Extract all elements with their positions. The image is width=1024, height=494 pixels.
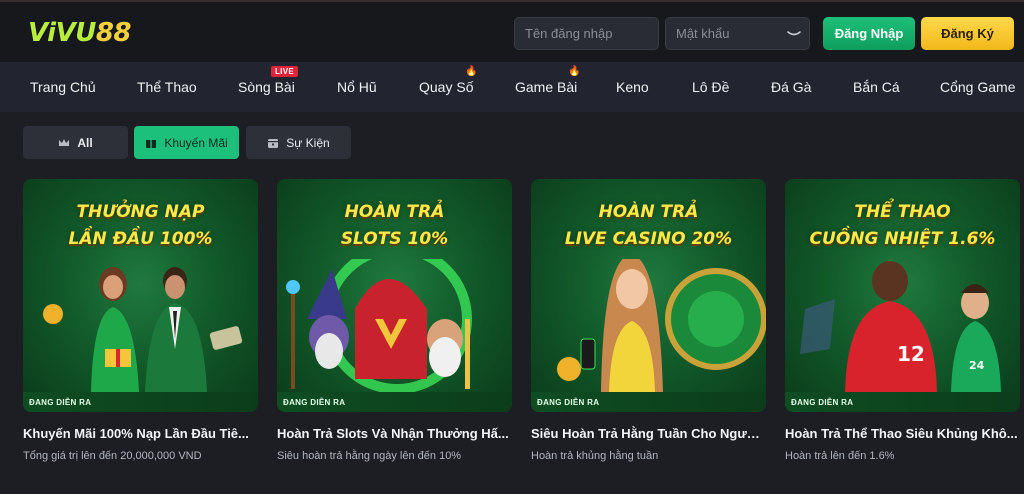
logo[interactable]: ViVU 88 [28,18,132,48]
banner-title-line1: HOÀN TRẢ [344,202,445,222]
promo-subtitle: Hoàn trả khủng hằng tuần [531,450,659,462]
nav-item-label: Lô Đề [692,79,730,95]
filter-tab-su-kien[interactable]: Sự Kiện [246,126,351,159]
nav-item-cong-game[interactable]: Cổng Game [940,62,1015,112]
promo-banner[interactable]: HOÀN TRẢ LIVE CASINO 20% ĐANG DIỄN RA [531,179,766,412]
header: ViVU88 Đăng Nhập Đăng Ký [0,0,1024,62]
nav-item-trang-chu[interactable]: Trang Chủ [30,62,96,112]
promo-title[interactable]: Khuyến Mãi 100% Nạp Lần Đầu Tiê... [23,426,258,441]
status-badge: ĐANG DIỄN RA [23,392,258,412]
banner-title: THƯỞNG NẠP LẦN ĐẦU 100% [23,199,258,253]
svg-text:12: 12 [897,342,925,366]
banner-title-line2: CUỒNG NHIỆT 1.6% [809,229,996,249]
banner-title-line2: SLOTS 10% [340,229,449,249]
nav-item-label: Bắn Cá [853,79,900,95]
couple-with-gifts-illustration [43,267,243,392]
nav-item-ban-ca[interactable]: Bắn Cá [853,62,900,112]
slots-characters-illustration [286,259,472,392]
banner-title-line2: LIVE CASINO 20% [564,229,733,249]
nav-item-keno[interactable]: Keno [616,62,649,112]
svg-text:24: 24 [969,359,985,372]
promo-subtitle: Siêu hoàn trả hằng ngày lên đến 10% [277,450,462,462]
banner-title-line1: THƯỞNG NẠP [76,202,205,222]
banner-title: HOÀN TRẢ LIVE CASINO 20% [531,199,766,253]
banner-title-line2: LẦN ĐẦU 100% [68,229,213,249]
football-players-illustration: 12 24 [800,261,1001,392]
banner-title: HOÀN TRẢ SLOTS 10% [277,199,512,253]
nav-item-song-bai[interactable]: LIVE Sòng Bài [238,62,298,112]
nav-item-no-hu[interactable]: Nổ Hũ [337,62,377,112]
promo-subtitle: Tổng giá trị lên đến 20,000,000 VND [23,450,202,462]
register-button[interactable]: Đăng Ký [921,17,1014,50]
filter-tab-label: Sự Kiện [286,135,330,150]
live-badge: LIVE [271,66,298,77]
nav-item-label: Quay Số [419,79,474,95]
live-casino-dealer-illustration [557,259,766,392]
login-button[interactable]: Đăng Nhập [823,17,915,50]
nav-item-label: Cổng Game [940,79,1016,95]
filter-tab-khuyen-mai[interactable]: Khuyến Mãi [134,126,239,159]
eye-hidden-icon[interactable] [786,26,802,40]
nav-item-da-ga[interactable]: Đá Gà [771,62,811,112]
promo-card[interactable]: HOÀN TRẢ LIVE CASINO 20% ĐANG DIỄN RA Si… [531,179,766,462]
status-badge: ĐANG DIỄN RA [277,392,512,412]
nav-item-label: Sòng Bài [238,79,295,95]
fire-icon: 🔥 [465,66,478,77]
promo-subtitle: Hoàn trả lên đến 1.6% [785,450,895,462]
status-badge: ĐANG DIỄN RA [531,392,766,412]
filter-tab-label: All [77,135,93,150]
logo-text-88: 88 [95,18,132,48]
calendar-icon [268,138,279,148]
fire-icon: 🔥 [568,66,581,77]
banner-title-line1: HOÀN TRẢ [598,202,699,222]
main-nav: Trang Chủ Thể Thao LIVE Sòng Bài Nổ Hũ 🔥… [0,62,1024,112]
nav-item-label: Keno [616,79,649,95]
logo-text-vivu: ViVU [28,18,96,48]
banner-title-line1: THỂ THAO [854,202,951,222]
promo-banner[interactable]: THỂ THAO CUỒNG NHIỆT 1.6% 12 24 ĐANG DIỄ… [785,179,1020,412]
filter-tab-label: Khuyến Mãi [164,135,228,150]
nav-item-label: Game Bài [515,79,578,95]
promo-card[interactable]: THỂ THAO CUỒNG NHIỆT 1.6% 12 24 ĐANG DIỄ… [785,179,1020,462]
promo-banner[interactable]: THƯỞNG NẠP LẦN ĐẦU 100% ĐANG DIỄN RA [23,179,258,412]
username-input[interactable] [514,17,659,50]
promo-card[interactable]: THƯỞNG NẠP LẦN ĐẦU 100% ĐANG DIỄN RA Khu… [23,179,258,462]
banner-title: THỂ THAO CUỒNG NHIỆT 1.6% [785,199,1020,253]
nav-item-the-thao[interactable]: Thể Thao [137,62,197,112]
filter-tab-all[interactable]: All [23,126,128,159]
nav-item-label: Nổ Hũ [337,79,377,95]
promo-title[interactable]: Hoàn Trả Slots Và Nhận Thưởng Hấ... [277,426,512,441]
promo-card[interactable]: HOÀN TRẢ SLOTS 10% ĐANG DIỄN RA Hoàn Trả… [277,179,512,462]
nav-item-label: Trang Chủ [30,79,96,95]
nav-item-lo-de[interactable]: Lô Đề [692,62,729,112]
promo-banner[interactable]: HOÀN TRẢ SLOTS 10% ĐANG DIỄN RA [277,179,512,412]
nav-item-label: Đá Gà [771,79,812,95]
nav-item-label: Thể Thao [137,79,197,95]
nav-item-game-bai[interactable]: 🔥 Game Bài [515,62,581,112]
promo-title[interactable]: Hoàn Trả Thể Thao Siêu Khủng Khô... [785,426,1020,441]
gift-icon [146,139,157,148]
status-badge: ĐANG DIỄN RA [785,392,1020,412]
nav-item-quay-so[interactable]: 🔥 Quay Số [419,62,477,112]
promo-title[interactable]: Siêu Hoàn Trả Hằng Tuần Cho Ngườ... [531,426,766,441]
crown-icon [59,138,70,146]
